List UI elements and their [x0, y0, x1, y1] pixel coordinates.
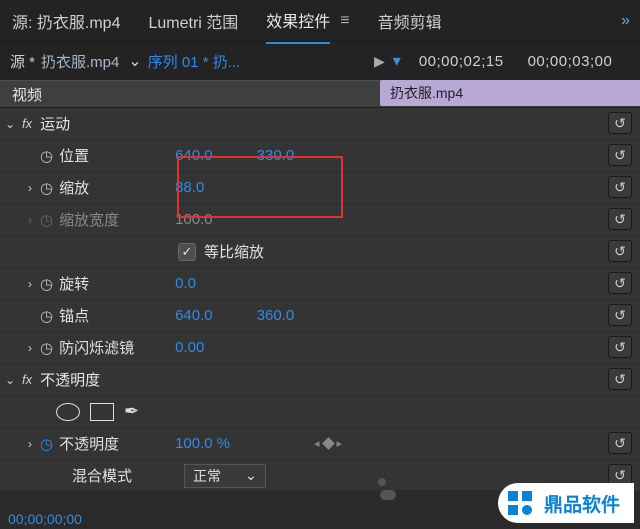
reset-uniform-button[interactable]: ↺	[608, 240, 632, 262]
twirl-opacity[interactable]	[20, 437, 40, 451]
prop-anchor-label: 锚点	[59, 305, 171, 326]
blend-mode-value: 正常	[193, 466, 221, 486]
prop-rotation-label: 旋转	[59, 273, 171, 294]
reset-rotation-button[interactable]: ↺	[608, 272, 632, 294]
fx-badge: fx	[22, 116, 32, 131]
sequence-name[interactable]: 序列 01 * 扔...	[148, 51, 241, 72]
watermark-badge: 鼎品软件	[498, 483, 634, 523]
twirl-scale-width	[20, 213, 40, 227]
tab-audio[interactable]: 音频剪辑	[378, 0, 442, 43]
rotation-input[interactable]: 0.0	[171, 273, 200, 294]
effect-motion[interactable]: 运动	[40, 113, 70, 134]
twirl-opacity-group[interactable]	[0, 373, 20, 387]
mask-ellipse-button[interactable]	[56, 403, 80, 421]
mask-rectangle-button[interactable]	[90, 403, 114, 421]
timeline-clip-label: 扔衣服.mp4	[390, 83, 463, 103]
tab-source[interactable]: 源: 扔衣服.mp4	[12, 0, 120, 43]
mask-pen-button[interactable]: ✒	[124, 401, 139, 422]
timeline-clip[interactable]: 扔衣服.mp4	[380, 80, 640, 106]
source-clip-name[interactable]: 扔衣服.mp4	[41, 51, 119, 72]
source-prefix: 源 *	[0, 51, 41, 72]
stopwatch-icon[interactable]: ◷	[40, 147, 53, 165]
video-section-label: 视频	[12, 84, 42, 105]
keyframe-nav[interactable]: ◂ ▸	[314, 437, 342, 450]
stopwatch-icon[interactable]: ◷	[40, 339, 53, 357]
effect-opacity[interactable]: 不透明度	[40, 369, 100, 390]
twirl-scale[interactable]	[20, 181, 40, 195]
reset-position-button[interactable]: ↺	[608, 144, 632, 166]
reset-opacity-button[interactable]: ↺	[608, 432, 632, 454]
reset-opacity-group-button[interactable]: ↺	[608, 368, 632, 390]
overflow-button[interactable]: »	[621, 12, 640, 30]
tab-lumetri[interactable]: Lumetri 范围	[148, 0, 238, 43]
scroll-handle-icon[interactable]	[378, 478, 386, 486]
position-y-input[interactable]: 330.0	[253, 145, 299, 166]
scale-width-input: 100.0	[171, 209, 217, 230]
current-time-display[interactable]: 00;00;00;00	[8, 511, 82, 527]
prop-scale-label: 缩放	[59, 177, 171, 198]
prop-position-label: 位置	[59, 145, 171, 166]
watermark-logo-icon	[508, 491, 534, 515]
stopwatch-icon[interactable]: ◷	[40, 435, 53, 453]
scale-input[interactable]: 88.0	[171, 177, 208, 198]
stopwatch-icon[interactable]: ◷	[40, 307, 53, 325]
stopwatch-icon[interactable]: ◷	[40, 179, 53, 197]
watermark-text: 鼎品软件	[544, 490, 620, 517]
panel-menu-icon[interactable]: ≡	[340, 12, 349, 30]
anchor-y-input[interactable]: 360.0	[253, 305, 299, 326]
stopwatch-icon: ◷	[40, 211, 53, 229]
chevron-down-icon: ⌄	[245, 467, 257, 484]
playhead-icon[interactable]: ▶	[374, 53, 385, 70]
opacity-input[interactable]: 100.0 %	[171, 433, 234, 454]
reset-scale-button[interactable]: ↺	[608, 176, 632, 198]
twirl-motion[interactable]	[0, 117, 20, 131]
position-x-input[interactable]: 640.0	[171, 145, 217, 166]
prop-opacity-label: 不透明度	[59, 433, 171, 454]
reset-flicker-button[interactable]: ↺	[608, 336, 632, 358]
twirl-rotation[interactable]	[20, 277, 40, 291]
uniform-scale-label: 等比缩放	[204, 241, 264, 262]
sequence-caret-icon[interactable]: ⌄	[119, 51, 141, 71]
tab-effect-controls[interactable]: 效果控件	[266, 0, 330, 44]
flicker-input[interactable]: 0.00	[171, 337, 208, 358]
uniform-scale-checkbox[interactable]: ✓	[178, 243, 196, 261]
playhead-marker-icon[interactable]: ▾	[393, 51, 401, 71]
scrollbar-thumb[interactable]	[380, 490, 396, 500]
anchor-x-input[interactable]: 640.0	[171, 305, 217, 326]
prop-scale-width-label: 缩放宽度	[59, 209, 171, 230]
blend-mode-select[interactable]: 正常 ⌄	[184, 464, 266, 488]
reset-scale-width-button[interactable]: ↺	[608, 208, 632, 230]
stopwatch-icon[interactable]: ◷	[40, 275, 53, 293]
reset-motion-button[interactable]: ↺	[608, 112, 632, 134]
twirl-flicker[interactable]	[20, 341, 40, 355]
add-keyframe-icon[interactable]	[322, 437, 335, 450]
timecode-2: 00;00;03;00	[528, 53, 613, 70]
reset-anchor-button[interactable]: ↺	[608, 304, 632, 326]
prop-blend-label: 混合模式	[72, 465, 172, 486]
fx-badge: fx	[22, 372, 32, 387]
timecode-1: 00;00;02;15	[419, 53, 504, 70]
prop-flicker-label: 防闪烁滤镜	[59, 337, 171, 358]
